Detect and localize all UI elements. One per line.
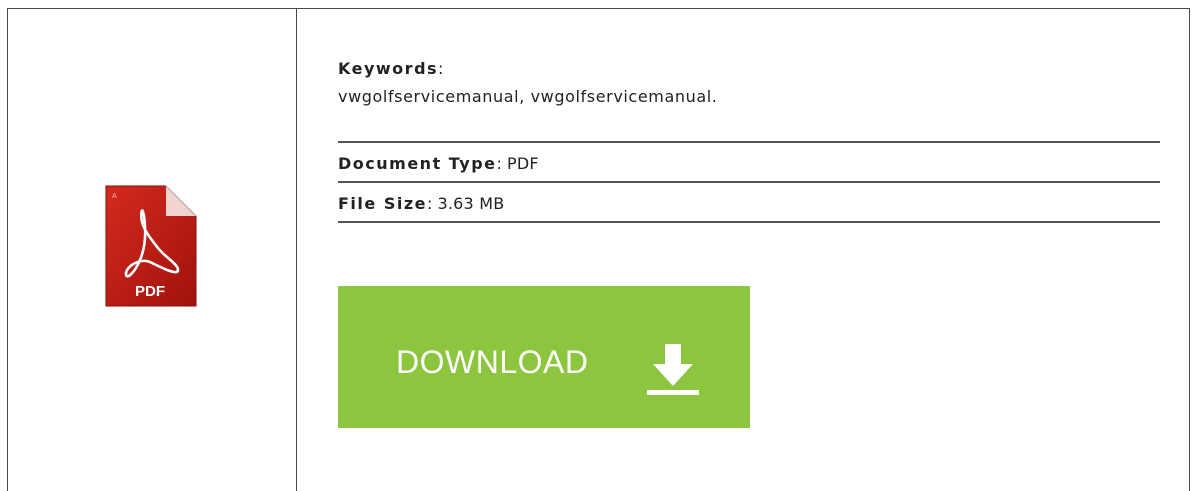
- file-size-colon: :: [427, 194, 433, 213]
- keywords-heading: Keywords:: [338, 56, 1160, 81]
- file-size-value: 3.63 MB: [437, 194, 505, 213]
- keywords-value: vwgolfservicemanual, vwgolfservicemanual…: [338, 87, 718, 106]
- column-divider: [296, 8, 297, 491]
- keywords-label: Keywords: [338, 59, 439, 78]
- svg-text:A: A: [112, 192, 117, 200]
- file-size-label: File Size: [338, 194, 427, 213]
- document-type-value: PDF: [507, 154, 539, 173]
- download-arrow-icon: [647, 344, 699, 395]
- file-size-row: File Size: 3.63 MB: [338, 183, 1160, 223]
- keywords-colon: :: [438, 59, 444, 78]
- document-details: Keywords: vwgolfservicemanual, vwgolfser…: [338, 48, 1160, 223]
- download-label: DOWNLOAD: [396, 344, 589, 380]
- document-type-row: Document Type: PDF: [338, 143, 1160, 183]
- pdf-file-icon: A PDF: [105, 185, 197, 307]
- keywords-section: Keywords: vwgolfservicemanual, vwgolfser…: [338, 48, 1160, 143]
- document-type-colon: :: [496, 154, 502, 173]
- document-type-label: Document Type: [338, 154, 497, 173]
- download-button[interactable]: DOWNLOAD: [338, 286, 750, 428]
- pdf-icon-label: PDF: [135, 283, 165, 300]
